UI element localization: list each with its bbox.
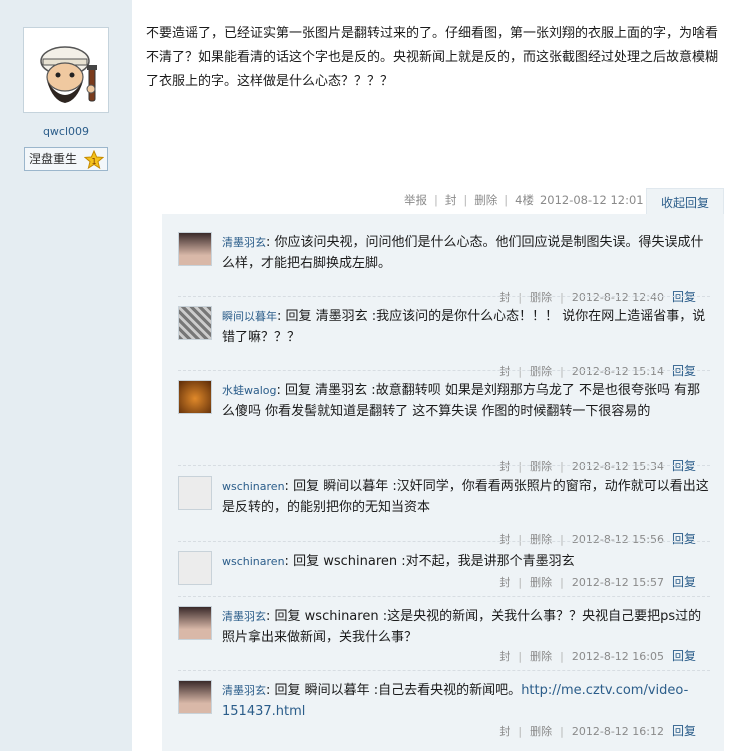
star-level-icon: 1 [83,149,105,177]
reply-time: 2012-8-12 12:40 [571,291,664,304]
reply-button[interactable]: 回复 [672,724,696,738]
reply-text: wschinaren: 回复 wschinaren :对不起，我是讲那个青墨羽玄 [222,554,575,569]
reply-avatar[interactable] [178,606,212,640]
default-avatar-icon[interactable] [178,476,212,510]
author-avatar[interactable] [23,27,109,113]
reply-item: 水蛙walog: 回复 清墨羽玄 :故意翻转呗 如果是刘翔那方乌龙了 不是也很夸… [178,380,710,473]
reply-username[interactable]: wschinaren [222,480,285,493]
cartoon-avatar-icon [27,31,105,109]
collapse-replies-button[interactable]: 收起回复 [646,188,724,216]
medal-label: 涅盘重生 [29,152,78,166]
reply-button[interactable]: 回复 [672,364,696,378]
reply-text: 清墨羽玄: 回复 瞬间以暮年 :自己去看央视的新闻吧。http://me.czt… [222,683,689,719]
reply-item: 清墨羽玄: 回复 wschinaren :这是央视的新闻，关我什么事？？央视自己… [178,606,710,676]
block-link[interactable]: 封 [445,193,457,207]
delete-link[interactable]: 删除 [530,725,552,738]
reply-text: 瞬间以暮年: 回复 清墨羽玄 :我应该问的是你什么心态！！！ 说你在网上造谣省事… [222,309,706,345]
default-avatar-icon[interactable] [178,551,212,585]
reply-text: 清墨羽玄: 回复 wschinaren :这是央视的新闻，关我什么事？？央视自己… [222,609,702,645]
reply-time: 2012-8-12 15:56 [571,533,664,546]
reply-username[interactable]: 瞬间以暮年 [222,310,277,323]
reply-username[interactable]: 清墨羽玄 [222,610,266,623]
reply-username[interactable]: 清墨羽玄 [222,236,266,249]
reply-username[interactable]: 水蛙walog [222,384,277,397]
reply-avatar[interactable] [178,232,212,266]
reply-item: 清墨羽玄: 回复 瞬间以暮年 :自己去看央视的新闻吧。http://me.czt… [178,680,710,750]
reply-meta: 封 | 删除 | 2012-8-12 16:12 回复 [499,724,696,738]
block-link[interactable]: 封 [499,576,510,589]
reply-button[interactable]: 回复 [672,532,696,546]
author-username[interactable]: qwcl009 [0,125,132,138]
delete-link[interactable]: 删除 [530,460,552,473]
floor-time: 2012-08-12 12:01 [539,193,644,207]
reply-text: 清墨羽玄: 你应该问央视，问问他们是什么心态。他们回应说是制图失误。得失误成什么… [222,235,704,271]
delete-link[interactable]: 删除 [530,365,552,378]
reply-time: 2012-8-12 16:12 [571,725,664,738]
delete-link[interactable]: 删除 [530,291,552,304]
block-link[interactable]: 封 [499,291,510,304]
divider [178,370,710,371]
reply-button[interactable]: 回复 [672,649,696,663]
reply-button[interactable]: 回复 [672,290,696,304]
reply-item: 瞬间以暮年: 回复 清墨羽玄 :我应该问的是你什么心态！！！ 说你在网上造谣省事… [178,306,710,378]
reply-meta: 封 | 删除 | 2012-8-12 15:56 回复 [499,532,696,546]
post-content: 不要造谣了，已经证实第一张图片是翻转过来的了。仔细看图，第一张刘翔的衣服上面的字… [146,26,719,89]
reply-avatar[interactable] [178,680,212,714]
block-link[interactable]: 封 [499,533,510,546]
block-link[interactable]: 封 [499,460,510,473]
delete-link[interactable]: 删除 [530,533,552,546]
reply-item: wschinaren: 回复 wschinaren :对不起，我是讲那个青墨羽玄… [178,551,710,601]
reply-time: 2012-8-12 16:05 [571,650,664,663]
medal-badge[interactable]: 涅盘重生 1 [24,147,108,171]
reply-item: 清墨羽玄: 你应该问央视，问问他们是什么心态。他们回应说是制图失误。得失误成什么… [178,232,710,304]
reply-text: wschinaren: 回复 瞬间以暮年 :汉奸同学，你看看两张照片的窗帘，动作… [222,479,709,515]
reply-meta: 封 | 删除 | 2012-8-12 16:05 回复 [499,649,696,663]
reply-text: 水蛙walog: 回复 清墨羽玄 :故意翻转呗 如果是刘翔那方乌龙了 不是也很夸… [222,383,701,419]
reply-button[interactable]: 回复 [672,459,696,473]
reply-time: 2012-8-12 15:14 [571,365,664,378]
reply-meta: 封 | 删除 | 2012-8-12 15:57 回复 [499,575,696,589]
reply-username[interactable]: wschinaren [222,555,285,568]
reply-time: 2012-8-12 15:57 [571,576,664,589]
block-link[interactable]: 封 [499,365,510,378]
reply-time: 2012-8-12 15:34 [571,460,664,473]
delete-link[interactable]: 删除 [530,576,552,589]
block-link[interactable]: 封 [499,725,510,738]
divider [178,596,710,597]
block-link[interactable]: 封 [499,650,510,663]
delete-link[interactable]: 删除 [474,193,497,207]
divider [178,670,710,671]
reply-username[interactable]: 清墨羽玄 [222,684,266,697]
reply-button[interactable]: 回复 [672,575,696,589]
reply-avatar[interactable] [178,380,212,414]
divider [178,541,710,542]
reply-item: wschinaren: 回复 瞬间以暮年 :汉奸同学，你看看两张照片的窗帘，动作… [178,476,710,546]
report-link[interactable]: 举报 [404,193,427,207]
author-sidebar: qwcl009 涅盘重生 1 [0,0,132,751]
reply-list: 清墨羽玄: 你应该问央视，问问他们是什么心态。他们回应说是制图失误。得失误成什么… [162,214,724,751]
floor-meta: 举报 | 封 | 删除 | 4楼 2012-08-12 12:01 [404,193,644,207]
medal-level: 1 [91,157,96,166]
delete-link[interactable]: 删除 [530,650,552,663]
reply-avatar[interactable] [178,306,212,340]
divider [178,296,710,297]
floor-number: 4楼 [515,193,534,207]
divider [178,465,710,466]
